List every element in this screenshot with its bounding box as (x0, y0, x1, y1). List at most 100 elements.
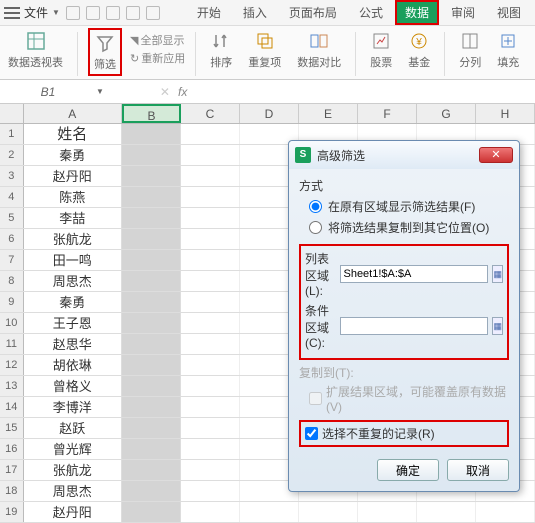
ribbon-sort[interactable]: 排序 (206, 28, 236, 72)
row-header[interactable]: 9 (0, 292, 24, 312)
ribbon-pivot[interactable]: 数据透视表 (4, 28, 67, 72)
cell[interactable] (358, 502, 417, 522)
tab-formula[interactable]: 公式 (349, 0, 393, 25)
radio-copy-to-input[interactable] (309, 221, 322, 234)
cell-b[interactable] (122, 460, 181, 480)
criteria-range-picker-icon[interactable]: ▦ (492, 317, 503, 335)
cell-b[interactable] (122, 166, 181, 186)
cell[interactable] (181, 229, 240, 249)
cell-a[interactable]: 赵思华 (24, 334, 122, 354)
cell[interactable] (181, 250, 240, 270)
cell-b[interactable] (122, 292, 181, 312)
list-range-picker-icon[interactable]: ▦ (492, 265, 503, 283)
cell-b[interactable] (122, 376, 181, 396)
cell-b[interactable] (122, 355, 181, 375)
col-header-g[interactable]: G (417, 104, 476, 123)
qat-print-icon[interactable] (126, 6, 140, 20)
dialog-close-button[interactable]: ✕ (479, 147, 513, 163)
radio-copy-to[interactable]: 将筛选结果复制到其它位置(O) (309, 219, 509, 236)
cell[interactable] (181, 481, 240, 501)
cell-a[interactable]: 李博洋 (24, 397, 122, 417)
cell[interactable] (417, 502, 476, 522)
criteria-range-input[interactable] (340, 317, 488, 335)
row-header[interactable]: 2 (0, 145, 24, 165)
qat-preview-icon[interactable] (146, 6, 160, 20)
file-dropdown-icon[interactable]: ▼ (52, 8, 60, 17)
ribbon-fill[interactable]: 填充 (493, 28, 523, 72)
qat-redo-icon[interactable] (106, 6, 120, 20)
cell-a[interactable]: 赵跃 (24, 418, 122, 438)
ribbon-stocks[interactable]: 股票 (366, 28, 396, 72)
col-header-f[interactable]: F (358, 104, 417, 123)
tab-review[interactable]: 审阅 (441, 0, 485, 25)
radio-in-place-input[interactable] (309, 200, 322, 213)
cell-a[interactable]: 李喆 (24, 208, 122, 228)
ribbon-show-all[interactable]: ◥全部显示 (130, 32, 185, 48)
cell[interactable] (181, 397, 240, 417)
list-range-input[interactable] (340, 265, 488, 283)
dialog-titlebar[interactable]: S 高级筛选 ✕ (289, 141, 519, 169)
cell-a[interactable]: 田一鸣 (24, 250, 122, 270)
cell-a[interactable]: 曾光辉 (24, 439, 122, 459)
row-header[interactable]: 17 (0, 460, 24, 480)
cell[interactable] (181, 145, 240, 165)
row-header[interactable]: 14 (0, 397, 24, 417)
cell[interactable] (181, 292, 240, 312)
cell-b[interactable] (122, 124, 181, 144)
tab-insert[interactable]: 插入 (233, 0, 277, 25)
cell[interactable] (181, 439, 240, 459)
cell-a[interactable]: 秦勇 (24, 292, 122, 312)
cell-a[interactable]: 陈燕 (24, 187, 122, 207)
row-header[interactable]: 4 (0, 187, 24, 207)
cell[interactable] (299, 502, 358, 522)
cell-b[interactable] (122, 334, 181, 354)
row-header[interactable]: 18 (0, 481, 24, 501)
cell-b[interactable] (122, 271, 181, 291)
qat-undo-icon[interactable] (86, 6, 100, 20)
cell[interactable] (181, 376, 240, 396)
cell-a[interactable]: 张航龙 (24, 229, 122, 249)
cell[interactable] (181, 355, 240, 375)
cell[interactable] (181, 334, 240, 354)
row-header[interactable]: 12 (0, 355, 24, 375)
ribbon-reapply[interactable]: ↻重新应用 (130, 50, 185, 66)
cell-b[interactable] (122, 313, 181, 333)
tab-layout[interactable]: 页面布局 (279, 0, 347, 25)
col-header-e[interactable]: E (299, 104, 358, 123)
cell[interactable] (181, 271, 240, 291)
ok-button[interactable]: 确定 (377, 459, 439, 481)
cell-b[interactable] (122, 145, 181, 165)
row-header[interactable]: 8 (0, 271, 24, 291)
row-header[interactable]: 11 (0, 334, 24, 354)
unique-records-label[interactable]: 选择不重复的记录(R) (322, 425, 435, 442)
file-menu[interactable]: 文件 (24, 4, 48, 21)
col-header-c[interactable]: C (181, 104, 240, 123)
cell[interactable] (181, 208, 240, 228)
fx-cancel-icon[interactable]: ✕ (160, 85, 170, 99)
cell-b[interactable] (122, 439, 181, 459)
cell-a[interactable]: 秦勇 (24, 145, 122, 165)
cancel-button[interactable]: 取消 (447, 459, 509, 481)
name-box-dropdown-icon[interactable]: ▼ (96, 87, 104, 96)
row-header[interactable]: 7 (0, 250, 24, 270)
cell-a[interactable]: 周思杰 (24, 481, 122, 501)
cell-a[interactable]: 胡依琳 (24, 355, 122, 375)
cell-a[interactable]: 赵丹阳 (24, 502, 122, 522)
cell-b[interactable] (122, 250, 181, 270)
cell[interactable] (181, 124, 240, 144)
cell[interactable] (181, 313, 240, 333)
select-all-corner[interactable] (0, 104, 24, 123)
ribbon-dup[interactable]: 重复项 (244, 28, 285, 72)
name-box[interactable]: B1 (8, 85, 88, 99)
cell-a[interactable]: 曾格义 (24, 376, 122, 396)
cell[interactable] (181, 502, 240, 522)
hamburger-icon[interactable] (4, 7, 20, 19)
ribbon-split[interactable]: 分列 (455, 28, 485, 72)
qat-save-icon[interactable] (66, 6, 80, 20)
cell[interactable] (181, 166, 240, 186)
tab-data[interactable]: 数据 (395, 0, 439, 25)
row-header[interactable]: 16 (0, 439, 24, 459)
cell-b[interactable] (122, 397, 181, 417)
cell-b[interactable] (122, 418, 181, 438)
col-header-d[interactable]: D (240, 104, 299, 123)
